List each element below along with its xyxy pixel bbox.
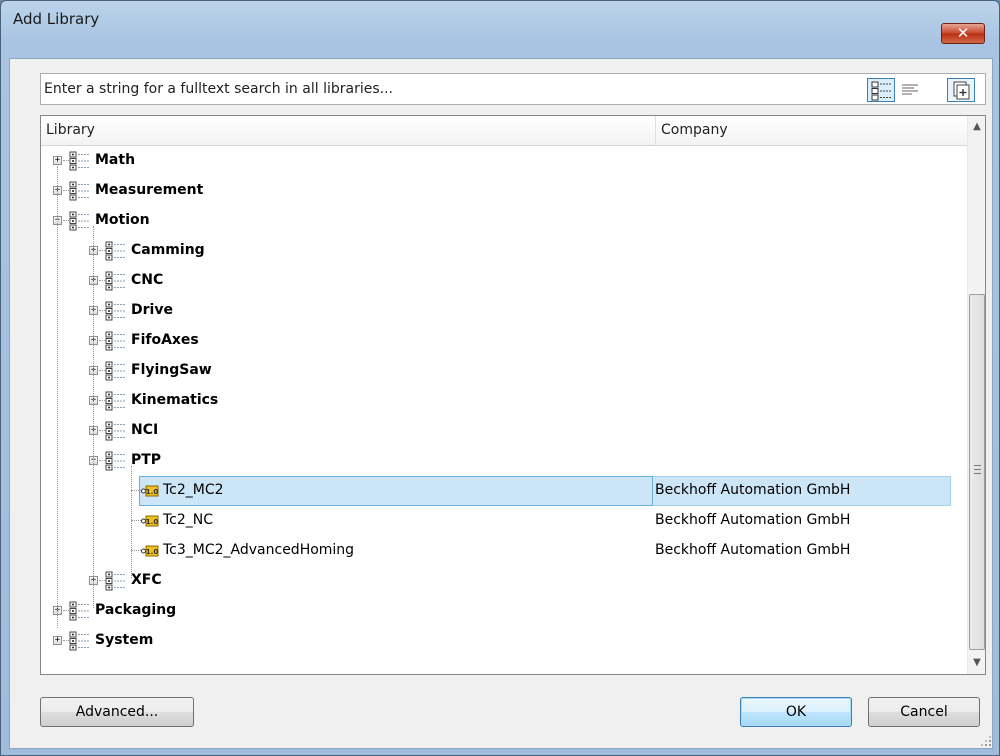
scroll-up-arrow-icon[interactable]: ▲ bbox=[968, 118, 985, 136]
library-category-icon bbox=[105, 361, 127, 381]
tree-row[interactable]: + Camming bbox=[41, 236, 967, 266]
column-header: Library Company bbox=[41, 116, 967, 146]
library-category-icon bbox=[105, 271, 127, 291]
ok-button[interactable]: OK bbox=[740, 697, 852, 727]
library-category-icon bbox=[105, 391, 127, 411]
tree-node-label[interactable]: Packaging bbox=[95, 602, 176, 618]
tree-node-label[interactable]: FifoAxes bbox=[131, 332, 199, 348]
tree-row[interactable]: + Packaging bbox=[41, 596, 967, 626]
title-bar[interactable]: Add Library bbox=[1, 1, 999, 39]
tree-row[interactable]: + FifoAxes bbox=[41, 326, 967, 356]
company-name: Beckhoff Automation GmbH bbox=[655, 482, 851, 498]
svg-text:1.0: 1.0 bbox=[146, 518, 159, 526]
library-category-icon bbox=[105, 301, 127, 321]
tree-connector bbox=[93, 226, 94, 608]
column-divider[interactable] bbox=[655, 116, 656, 146]
tree-row[interactable]: + System bbox=[41, 626, 967, 656]
search-input[interactable] bbox=[44, 77, 844, 101]
tree-node-label[interactable]: Kinematics bbox=[131, 392, 218, 408]
library-name[interactable]: Tc2_NC bbox=[163, 512, 213, 528]
tree-node-label[interactable]: PTP bbox=[131, 452, 161, 468]
library-category-icon bbox=[69, 211, 91, 231]
cancel-button[interactable]: Cancel bbox=[868, 697, 980, 727]
tree-row[interactable]: − Motion bbox=[41, 206, 967, 236]
company-column-header[interactable]: Company bbox=[661, 122, 728, 138]
dialog-client-area: Library Company +Math+Measurement−Motion… bbox=[9, 58, 993, 749]
tree-connector bbox=[131, 550, 141, 551]
tree-node-label[interactable]: FlyingSaw bbox=[131, 362, 212, 378]
svg-text:1.0: 1.0 bbox=[146, 488, 159, 496]
tree-connector bbox=[131, 520, 141, 521]
advanced-button[interactable]: Advanced... bbox=[40, 697, 194, 727]
tree-row[interactable]: + NCI bbox=[41, 416, 967, 446]
grip-icon bbox=[974, 465, 981, 474]
library-version-icon: 1.0 bbox=[141, 515, 159, 527]
resize-grip-icon[interactable] bbox=[980, 735, 992, 747]
close-button[interactable]: ✕ bbox=[941, 23, 985, 44]
tree-row[interactable]: + Measurement bbox=[41, 176, 967, 206]
library-tree[interactable]: Library Company + Math + Measurement − Motion… bbox=[40, 115, 986, 675]
tree-row[interactable]: − PTP bbox=[41, 446, 967, 476]
tree-row[interactable]: 1.0 Tc2_MC2 Beckhoff Automation GmbH bbox=[41, 476, 967, 506]
tree-connector bbox=[131, 466, 132, 578]
tree-connector bbox=[131, 490, 141, 491]
library-name[interactable]: Tc2_MC2 bbox=[163, 482, 224, 498]
tree-row[interactable]: 1.0 Tc2_NC Beckhoff Automation GmbH bbox=[41, 506, 967, 536]
tree-row[interactable]: + FlyingSaw bbox=[41, 356, 967, 386]
svg-text:1.0: 1.0 bbox=[146, 548, 159, 556]
tree-row[interactable]: + XFC bbox=[41, 566, 967, 596]
tree-row[interactable]: 1.0 Tc3_MC2_AdvancedHoming Beckhoff Automa… bbox=[41, 536, 967, 566]
scroll-down-arrow-icon[interactable]: ▼ bbox=[968, 654, 985, 672]
tree-row[interactable]: + Kinematics bbox=[41, 386, 967, 416]
tree-node-label[interactable]: Motion bbox=[95, 212, 150, 228]
library-category-icon bbox=[105, 421, 127, 441]
company-name: Beckhoff Automation GmbH bbox=[655, 542, 851, 558]
library-category-icon bbox=[69, 151, 91, 171]
library-category-icon bbox=[105, 571, 127, 591]
tree-node-label[interactable]: Drive bbox=[131, 302, 173, 318]
window-title: Add Library bbox=[13, 10, 100, 28]
library-version-icon: 1.0 bbox=[141, 545, 159, 557]
tree-node-label[interactable]: Math bbox=[95, 152, 135, 168]
library-version-icon: 1.0 bbox=[141, 485, 159, 497]
library-category-icon bbox=[105, 451, 127, 471]
scroll-thumb[interactable] bbox=[969, 294, 985, 650]
tree-rows: + Math + Measurement − Motion + Camming + CNC + Dri… bbox=[41, 146, 967, 674]
tree-row[interactable]: + CNC bbox=[41, 266, 967, 296]
library-category-icon bbox=[105, 241, 127, 261]
library-name[interactable]: Tc3_MC2_AdvancedHoming bbox=[163, 542, 354, 558]
library-category-icon bbox=[105, 331, 127, 351]
add-library-dialog: Add Library ✕ Enter a string for a fullt… bbox=[0, 0, 1000, 756]
tree-node-label[interactable]: System bbox=[95, 632, 153, 648]
company-name: Beckhoff Automation GmbH bbox=[655, 512, 851, 528]
library-category-icon bbox=[69, 631, 91, 651]
tree-node-label[interactable]: XFC bbox=[131, 572, 162, 588]
tree-node-label[interactable]: Camming bbox=[131, 242, 205, 258]
library-category-icon bbox=[69, 181, 91, 201]
library-column-header[interactable]: Library bbox=[46, 122, 95, 138]
tree-node-label[interactable]: CNC bbox=[131, 272, 163, 288]
tree-row[interactable]: + Drive bbox=[41, 296, 967, 326]
tree-node-label[interactable]: Measurement bbox=[95, 182, 203, 198]
tree-row[interactable]: + Math bbox=[41, 146, 967, 176]
tree-view-icon[interactable] bbox=[867, 78, 895, 102]
tree-connector bbox=[57, 166, 58, 628]
list-view-icon[interactable] bbox=[897, 78, 925, 102]
search-box bbox=[40, 73, 986, 105]
expand-icon[interactable]: + bbox=[53, 636, 62, 645]
vertical-scrollbar[interactable]: ▲ ▼ bbox=[967, 116, 985, 674]
tree-node-label[interactable]: NCI bbox=[131, 422, 158, 438]
library-category-icon bbox=[69, 601, 91, 621]
add-library-icon[interactable] bbox=[947, 78, 975, 102]
expand-icon[interactable]: + bbox=[53, 156, 62, 165]
